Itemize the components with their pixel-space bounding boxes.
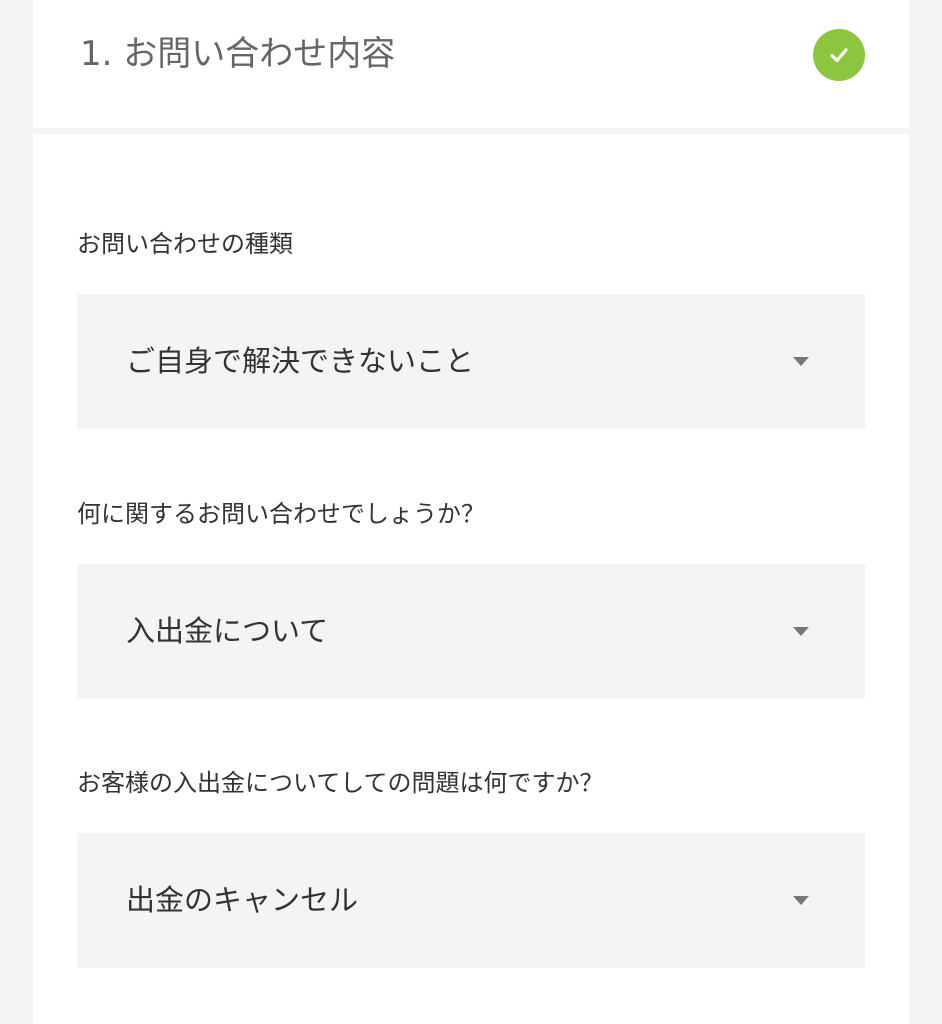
- caret-down-icon: [793, 357, 809, 366]
- caret-down-icon: [793, 627, 809, 636]
- inquiry-topic-select[interactable]: 入出金について: [77, 564, 865, 699]
- problem-select[interactable]: 出金のキャンセル: [77, 833, 865, 968]
- section-header: 1. お問い合わせ内容: [33, 0, 909, 128]
- check-circle-icon: [813, 29, 865, 81]
- problem-label: お客様の入出金についてしての問題は何ですか？: [77, 769, 604, 797]
- inquiry-type-value: ご自身で解決できないこと: [126, 344, 475, 378]
- inquiry-topic-value: 入出金について: [126, 614, 329, 648]
- section-title: 1. お問い合わせ内容: [80, 34, 396, 74]
- checkmark-icon: [830, 48, 848, 63]
- inquiry-type-select[interactable]: ご自身で解決できないこと: [77, 294, 865, 429]
- problem-value: 出金のキャンセル: [126, 883, 359, 917]
- inquiry-type-label: お問い合わせの種類: [77, 230, 293, 258]
- inquiry-topic-label: 何に関するお問い合わせでしょうか？: [77, 500, 485, 528]
- caret-down-icon: [793, 896, 809, 905]
- inquiry-form: お問い合わせの種類 ご自身で解決できないこと 何に関するお問い合わせでしょうか？…: [33, 134, 909, 1024]
